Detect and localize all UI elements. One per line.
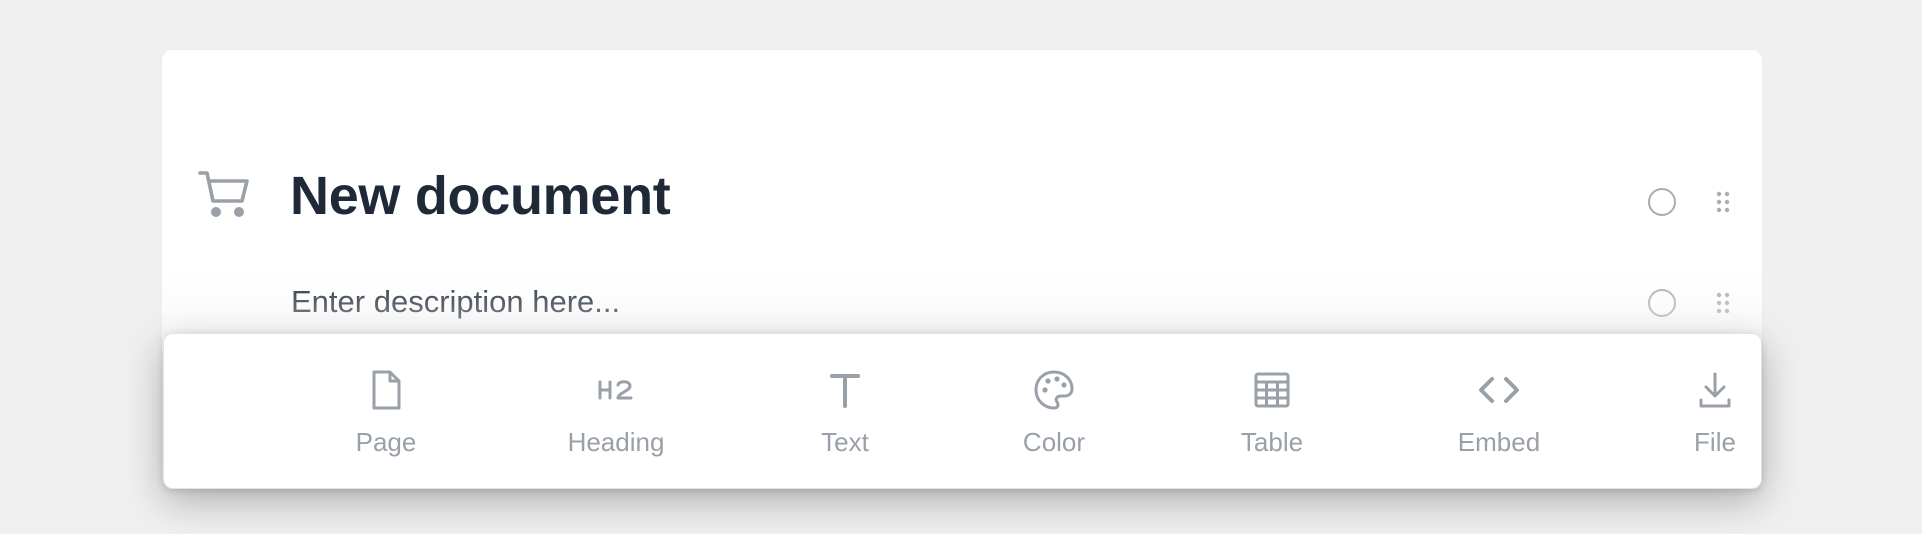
description-select-radio[interactable] bbox=[1648, 289, 1676, 317]
toolbar-item-heading[interactable]: Heading bbox=[536, 334, 696, 490]
toolbar-item-label: Embed bbox=[1457, 427, 1541, 457]
shopping-cart-icon[interactable] bbox=[196, 166, 252, 222]
toolbar-item-label: Text bbox=[821, 427, 869, 457]
toolbar-item-label: Color bbox=[1022, 427, 1086, 457]
toolbar-item-label: Table bbox=[1240, 427, 1304, 457]
toolbar-item-label: Heading bbox=[567, 427, 665, 457]
code-embed-icon bbox=[1477, 368, 1521, 412]
insert-block-toolbar: Page Heading Text Color Table Embed File bbox=[163, 333, 1762, 489]
h2-heading-icon bbox=[594, 368, 638, 412]
toolbar-item-color[interactable]: Color bbox=[974, 334, 1134, 490]
title-drag-handle-icon[interactable] bbox=[1716, 191, 1730, 213]
document-title[interactable]: New document bbox=[290, 164, 671, 228]
download-file-icon bbox=[1693, 368, 1737, 412]
toolbar-item-file[interactable]: File bbox=[1635, 334, 1795, 490]
toolbar-item-text[interactable]: Text bbox=[765, 334, 925, 490]
palette-icon bbox=[1032, 368, 1076, 412]
toolbar-item-table[interactable]: Table bbox=[1192, 334, 1352, 490]
page-icon bbox=[364, 368, 408, 412]
description-drag-handle-icon[interactable] bbox=[1716, 292, 1730, 314]
toolbar-item-label: Page bbox=[355, 427, 417, 457]
toolbar-item-label: File bbox=[1694, 427, 1736, 457]
table-grid-icon bbox=[1250, 368, 1294, 412]
title-select-radio[interactable] bbox=[1648, 188, 1676, 216]
toolbar-item-embed[interactable]: Embed bbox=[1419, 334, 1579, 490]
toolbar-item-page[interactable]: Page bbox=[306, 334, 466, 490]
text-t-icon bbox=[823, 368, 867, 412]
description-field[interactable]: Enter description here... bbox=[291, 282, 620, 322]
